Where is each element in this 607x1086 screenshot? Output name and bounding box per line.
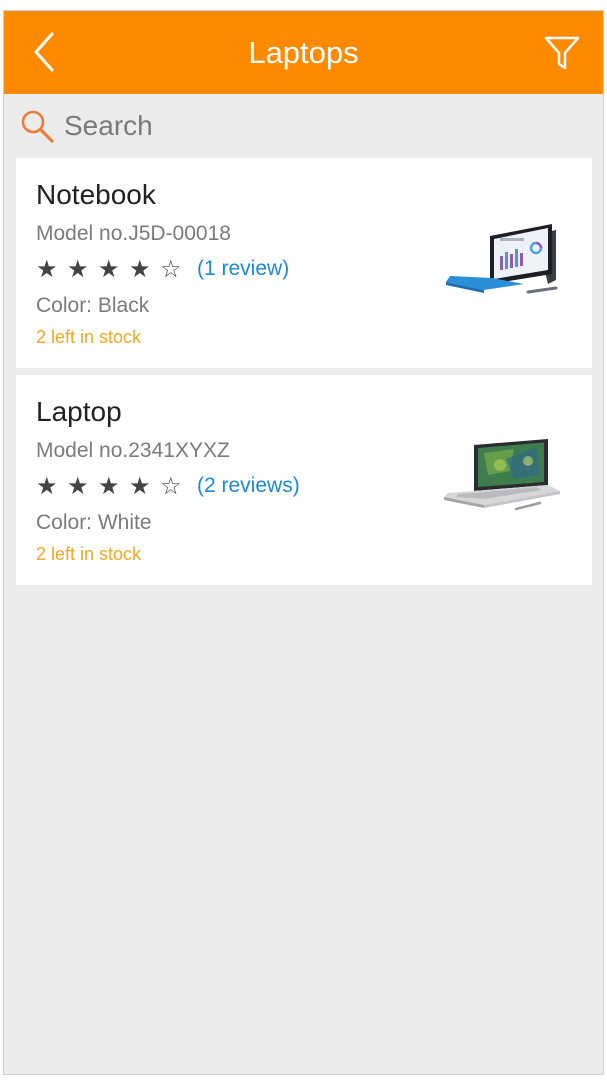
star-filled-icon: ★ (67, 472, 89, 500)
star-filled-icon: ★ (98, 255, 120, 283)
search-bar (4, 94, 603, 158)
product-color: Color: White (36, 511, 152, 534)
product-card-notebook[interactable]: Notebook Model no.J5D-00018 ★ ★ ★ ★ ☆ (1… (16, 158, 592, 368)
app-header: Laptops (4, 11, 603, 94)
star-filled-icon: ★ (129, 255, 151, 283)
star-empty-icon: ☆ (160, 255, 182, 283)
product-model: Model no.J5D-00018 (36, 222, 231, 245)
star-filled-icon: ★ (36, 472, 58, 500)
rating-stars: ★ ★ ★ ★ ☆ (1 review) (36, 255, 289, 283)
search-input[interactable] (64, 107, 544, 145)
product-model: Model no.2341XYXZ (36, 439, 230, 462)
search-icon (21, 110, 54, 143)
star-filled-icon: ★ (98, 472, 120, 500)
product-card-laptop[interactable]: Laptop Model no.2341XYXZ ★ ★ ★ ★ ☆ (2 re… (16, 375, 592, 585)
product-name: Notebook (36, 179, 156, 210)
star-filled-icon: ★ (36, 255, 58, 283)
star-filled-icon: ★ (129, 472, 151, 500)
filter-icon[interactable] (543, 34, 581, 72)
page-title: Laptops (248, 35, 359, 70)
reviews-link[interactable]: (2 reviews) (197, 474, 300, 498)
surface-book-laptop-image (444, 439, 560, 511)
stock-status: 2 left in stock (36, 327, 142, 347)
star-filled-icon: ★ (67, 255, 89, 283)
star-empty-icon: ☆ (160, 472, 182, 500)
rating-stars: ★ ★ ★ ★ ☆ (2 reviews) (36, 472, 300, 500)
surface-pro-tablet-image (446, 224, 558, 294)
product-color: Color: Black (36, 294, 150, 317)
reviews-link[interactable]: (1 review) (197, 257, 289, 281)
stock-status: 2 left in stock (36, 544, 142, 564)
app-screen: Laptops Notebook Model no.J5D-00018 ★ ★ … (3, 10, 604, 1075)
product-name: Laptop (36, 396, 122, 427)
